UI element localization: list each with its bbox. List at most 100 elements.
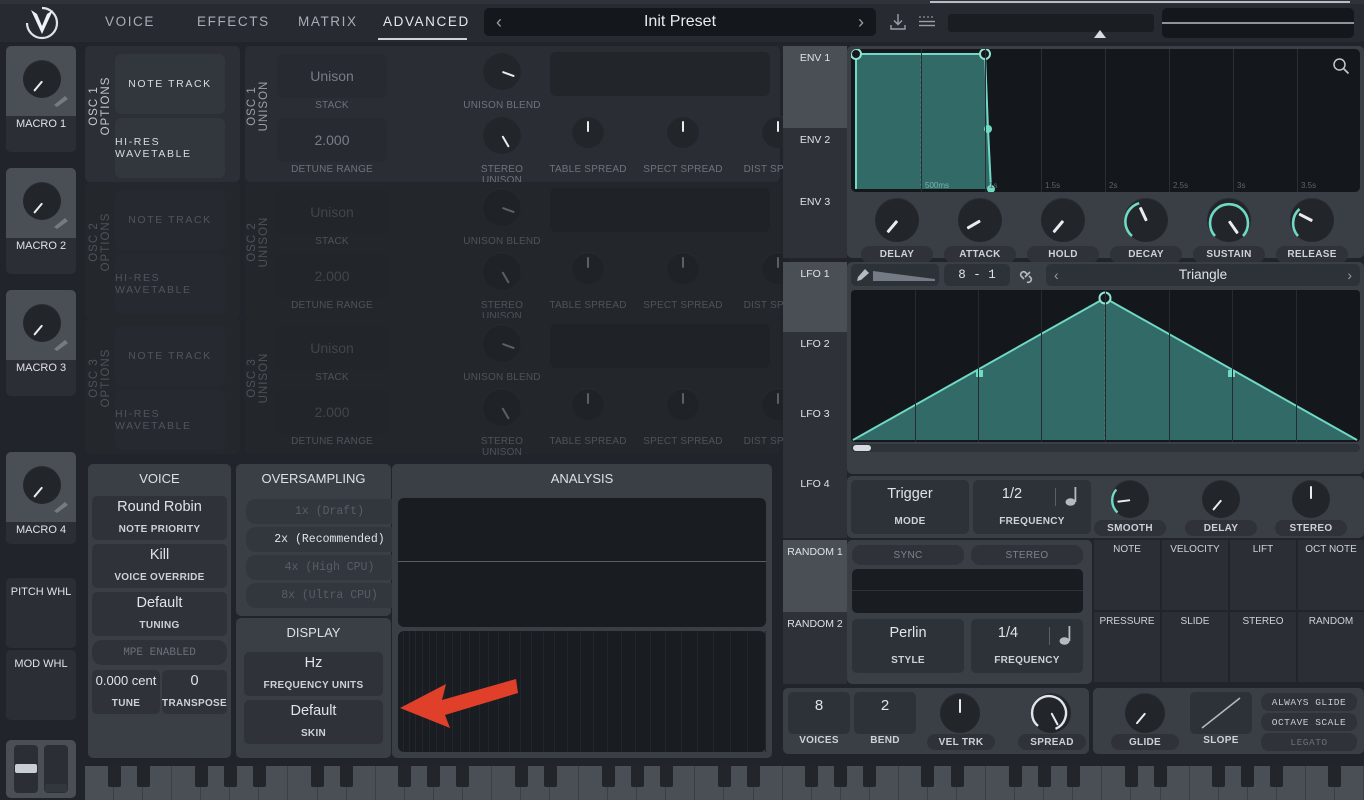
osc2-spect-spread-knob[interactable] [667,252,699,284]
osc2-stereo-unison-knob[interactable] [483,252,521,290]
oversampling-option-4x[interactable]: 4x (High CPU) [246,555,413,580]
piano-black-key[interactable] [747,766,761,787]
piano-black-key[interactable] [630,766,644,787]
spread-knob[interactable] [1030,693,1071,733]
mod-wheel-control[interactable] [44,745,68,793]
virtual-keyboard[interactable] [85,766,1364,800]
legato-button[interactable]: LEGATO [1261,733,1357,751]
tab-env-2[interactable]: ENV 2 [783,128,847,190]
piano-black-key[interactable] [863,766,877,787]
piano-black-key[interactable] [543,766,557,787]
osc2-hires-wavetable-button[interactable]: HI-RES WAVETABLE [115,254,225,314]
mod-source-lift[interactable]: LIFT [1230,540,1296,610]
piano-black-key[interactable] [340,766,354,787]
piano-black-key[interactable] [456,766,470,787]
piano-black-key[interactable] [252,766,266,787]
mod-source-pressure[interactable]: PRESSURE [1094,612,1160,682]
note-priority-control[interactable]: Round Robin NOTE PRIORITY [92,496,227,540]
osc3-spect-spread-knob[interactable] [667,388,699,420]
transpose-control[interactable]: 0 TRANSPOSE [162,670,227,714]
macro-slot-2[interactable]: MACRO 2 [6,168,76,274]
quarter-note-icon[interactable] [1065,486,1081,508]
osc1-spect-spread-knob[interactable] [667,116,699,148]
macro-knob-area-2[interactable] [6,168,76,238]
frequency-units-control[interactable]: Hz FREQUENCY UNITS [244,652,383,696]
transpose-value[interactable]: 0 [162,673,227,689]
tab-voice[interactable]: VOICE [105,14,155,29]
search-icon[interactable] [1332,57,1350,75]
osc2-stack-value[interactable]: Unison [277,190,387,234]
lfo-shape-next-button[interactable]: › [1347,264,1352,286]
voices-control[interactable]: 8 [788,692,850,734]
osc2-unison-blend-knob[interactable] [483,188,521,226]
osc3-note-track-button[interactable]: NOTE TRACK [115,326,225,386]
oversampling-option-1x[interactable]: 1x (Draft) [246,499,413,524]
macro-knob-3[interactable] [23,304,61,342]
tuning-value[interactable]: Default [92,595,227,611]
lfo-shape-selector[interactable]: ‹ Triangle › [1046,264,1360,286]
piano-black-key[interactable] [1124,766,1138,787]
tab-lfo-3[interactable]: LFO 3 [783,402,847,472]
piano-black-key[interactable] [950,766,964,787]
mod-source-note[interactable]: NOTE [1094,540,1160,610]
osc1-hires-wavetable-button[interactable]: HI-RES WAVETABLE [115,118,225,178]
lfo-phase-thumb[interactable] [853,445,871,451]
macro-slot-4[interactable]: MACRO 4 [6,452,76,544]
pitch-bend-slider[interactable] [948,14,1154,32]
piano-black-key[interactable] [1008,766,1022,787]
quarter-note-icon[interactable] [1059,625,1075,647]
piano-black-key[interactable] [601,766,615,787]
osc1-stereo-unison-knob[interactable] [483,116,521,154]
lfo-grid-size-control[interactable]: 8 - 1 [944,264,1010,286]
piano-black-key[interactable] [659,766,673,787]
voices-value[interactable]: 8 [788,697,850,714]
random-frequency-control[interactable]: 1/4 FREQUENCY [971,619,1083,673]
mod-source-slide[interactable]: SLIDE [1162,612,1228,682]
bend-control[interactable]: 2 [854,692,916,734]
voice-override-control[interactable]: Kill VOICE OVERRIDE [92,544,227,588]
lfo-paint-mode-control[interactable] [851,264,939,286]
piano-black-key[interactable] [398,766,412,787]
osc3-hires-wavetable-button[interactable]: HI-RES WAVETABLE [115,390,225,450]
piano-black-key[interactable] [194,766,208,787]
tab-random-2[interactable]: RANDOM 2 [783,612,847,684]
always-glide-button[interactable]: ALWAYS GLIDE [1261,693,1357,711]
lfo-frequency-control[interactable]: 1/2 FREQUENCY [973,480,1091,534]
preset-next-button[interactable]: › [858,12,864,33]
osc1-table-spread-knob[interactable] [572,116,604,148]
mod-source-velocity[interactable]: VELOCITY [1162,540,1228,610]
osc2-table-spread-knob[interactable] [572,252,604,284]
preset-browser-bar[interactable]: ‹ Init Preset › [484,8,876,36]
preset-name[interactable]: Init Preset [484,8,876,36]
env-decay-knob[interactable] [1124,198,1168,242]
osc1-note-track-button[interactable]: NOTE TRACK [115,54,225,114]
mpe-enabled-button[interactable]: MPE ENABLED [92,640,227,665]
piano-black-key[interactable] [1328,766,1342,787]
osc1-stack-value[interactable]: Unison [277,54,387,98]
macro-knob-4[interactable] [23,466,61,504]
osc1-detune-value[interactable]: 2.000 [277,118,387,162]
modulation-drag-handle-1[interactable] [52,94,70,108]
piano-black-key[interactable] [834,766,848,787]
osc3-detune-value[interactable]: 2.000 [277,390,387,434]
tuning-control[interactable]: Default TUNING [92,592,227,636]
lfo-smooth-knob[interactable] [1111,480,1149,518]
tab-random-1[interactable]: RANDOM 1 [783,540,847,612]
random-style-control[interactable]: Perlin STYLE [852,619,964,673]
macro-slot-3[interactable]: MACRO 3 [6,290,76,396]
env-hold-knob[interactable] [1041,198,1085,242]
octave-scale-button[interactable]: OCTAVE SCALE [1261,713,1357,731]
skin-control[interactable]: Default SKIN [244,700,383,744]
random-frequency-value[interactable]: 1/4 [971,625,1045,641]
piano-black-key[interactable] [805,766,819,787]
macro-knob-area-1[interactable] [6,46,76,116]
piano-black-key[interactable] [1066,766,1080,787]
tab-lfo-1[interactable]: LFO 1 [783,262,847,332]
random-stereo-button[interactable]: STEREO [971,545,1083,565]
glide-knob[interactable] [1125,693,1165,733]
tune-value[interactable]: 0.000 cent [92,673,160,688]
bend-value[interactable]: 2 [854,697,916,714]
lfo-stereo-knob[interactable] [1292,480,1330,518]
piano-black-key[interactable] [136,766,150,787]
hamburger-menu-icon[interactable] [918,14,936,28]
